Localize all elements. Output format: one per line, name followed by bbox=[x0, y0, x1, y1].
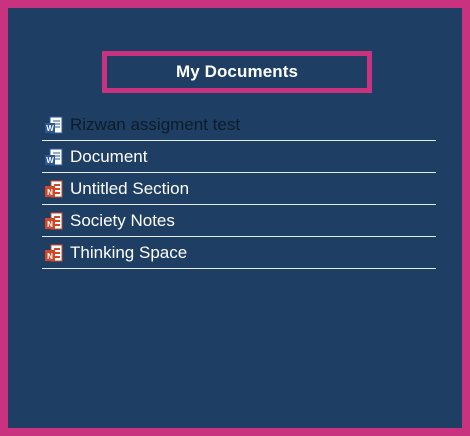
document-label: Thinking Space bbox=[70, 242, 188, 262]
document-label: Untitled Section bbox=[70, 178, 190, 198]
onenote-icon: N bbox=[44, 211, 64, 231]
list-item[interactable]: N Untitled Section bbox=[42, 173, 436, 205]
document-list: W Rizwan assigment test W Document N Unt… bbox=[42, 109, 436, 269]
word-doc-icon: W bbox=[44, 147, 64, 167]
list-item[interactable]: N Society Notes bbox=[42, 205, 436, 237]
svg-text:N: N bbox=[47, 252, 53, 261]
document-label: Rizwan assigment test bbox=[70, 114, 241, 134]
list-item[interactable]: W Document bbox=[42, 141, 436, 173]
panel-title: My Documents bbox=[175, 62, 299, 81]
list-item[interactable]: N Thinking Space bbox=[42, 237, 436, 269]
svg-text:N: N bbox=[47, 220, 53, 229]
onenote-icon: N bbox=[44, 243, 64, 263]
word-doc-icon: W bbox=[44, 115, 64, 135]
svg-text:W: W bbox=[46, 156, 54, 165]
document-label: Document bbox=[70, 146, 148, 166]
svg-text:W: W bbox=[46, 124, 54, 133]
document-label: Society Notes bbox=[70, 210, 175, 230]
documents-panel: My Documents W Rizwan assigment test W D… bbox=[0, 0, 470, 436]
list-item[interactable]: W Rizwan assigment test bbox=[42, 109, 436, 141]
onenote-icon: N bbox=[44, 179, 64, 199]
panel-title-box: My Documents bbox=[102, 51, 372, 93]
svg-text:N: N bbox=[47, 188, 53, 197]
